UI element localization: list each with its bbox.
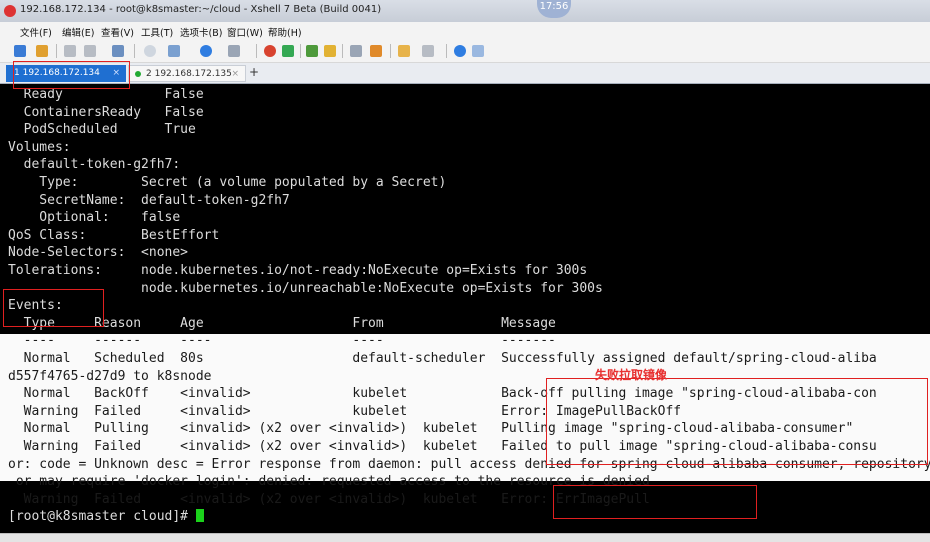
properties-icon[interactable] xyxy=(112,45,124,57)
search-icon[interactable] xyxy=(144,45,156,57)
new-session-icon[interactable] xyxy=(14,45,26,57)
terminal-area[interactable]: Ready False ContainersReady False PodSch… xyxy=(0,84,930,533)
menu-help[interactable]: 帮助(H) xyxy=(268,25,302,39)
compose-icon[interactable] xyxy=(168,45,180,57)
terminal-line: QoS Class: BestEffort xyxy=(8,227,220,243)
menu-tools[interactable]: 工具(T) xyxy=(141,25,173,39)
terminal-line: ContainersReady False xyxy=(8,104,204,120)
prompt-line: [root@k8smaster cloud]# xyxy=(8,508,204,526)
xftp-icon[interactable] xyxy=(264,45,276,57)
shell-prompt: [root@k8smaster cloud]# xyxy=(8,509,196,525)
lock-icon[interactable] xyxy=(324,45,336,57)
highlight-icon[interactable] xyxy=(370,45,382,57)
toolbar-separator xyxy=(342,44,343,58)
script-icon[interactable] xyxy=(398,45,410,57)
toolbar-separator xyxy=(390,44,391,58)
menu-bar: 文件(F) 编辑(E) 查看(V) 工具(T) 选项卡(B) 窗口(W) 帮助(… xyxy=(0,22,930,40)
layout-icon[interactable] xyxy=(422,45,434,57)
menu-window[interactable]: 窗口(W) xyxy=(227,25,263,39)
font-icon[interactable] xyxy=(228,45,240,57)
terminal-line: default-token-g2fh7: xyxy=(8,157,181,173)
title-bar: 192.168.172.134 - root@k8smaster:~/cloud… xyxy=(0,0,930,23)
tab-label: 2 192.168.172.135 xyxy=(146,69,232,79)
menu-edit[interactable]: 编辑(E) xyxy=(62,25,94,39)
fullscreen-icon[interactable] xyxy=(306,45,318,57)
annotation-box-messages xyxy=(546,378,928,465)
disconnect-icon[interactable] xyxy=(64,45,76,57)
terminal-line: Node-Selectors: <none> xyxy=(8,245,189,261)
window-title: 192.168.172.134 - root@k8smaster:~/cloud… xyxy=(20,4,382,15)
terminal-line: Volumes: xyxy=(8,139,71,155)
terminal-line: SecretName: default-token-g2fh7 xyxy=(8,192,290,208)
menu-tabs[interactable]: 选项卡(B) xyxy=(180,25,222,39)
toolbar xyxy=(0,40,930,63)
connected-status-icon xyxy=(135,70,141,77)
reconnect-icon[interactable] xyxy=(84,45,96,57)
terminal-line: Optional: false xyxy=(8,210,181,226)
session-tab-bar: 1 192.168.172.134 × 2 192.168.172.135 × … xyxy=(0,63,930,84)
help-icon[interactable] xyxy=(454,45,466,57)
terminal-line: ---- ------ ---- ---- ------- xyxy=(8,333,556,349)
add-tab-button[interactable]: + xyxy=(247,66,261,80)
toolbar-separator xyxy=(134,44,135,58)
tab-session-2[interactable]: 2 192.168.172.135 × xyxy=(128,65,246,82)
terminal-line: d557f4765-d27d9 to k8snode xyxy=(8,368,212,384)
close-icon[interactable]: × xyxy=(231,66,239,83)
terminal-line: PodScheduled True xyxy=(8,122,196,138)
menu-view[interactable]: 查看(V) xyxy=(101,25,134,39)
annotation-label: 失败拉取镜像 xyxy=(595,368,668,382)
annotation-box-tab xyxy=(13,61,130,89)
toolbar-separator xyxy=(56,44,57,58)
open-folder-icon[interactable] xyxy=(36,45,48,57)
globe-icon[interactable] xyxy=(200,45,212,57)
toolbar-separator xyxy=(256,44,257,58)
annotation-box-events xyxy=(3,289,104,327)
terminal-cursor xyxy=(195,509,204,523)
menu-file[interactable]: 文件(F) xyxy=(20,25,52,39)
toolbar-separator xyxy=(300,44,301,58)
terminal-line: Tolerations: node.kubernetes.io/not-read… xyxy=(8,263,588,278)
xshell-app-icon xyxy=(4,5,16,17)
chat-icon[interactable] xyxy=(472,45,484,57)
toolbar-separator xyxy=(446,44,447,58)
terminal-line: Type: Secret (a volume populated by a Se… xyxy=(8,175,447,190)
terminal-line: Normal Scheduled 80s default-scheduler S… xyxy=(8,351,877,366)
tunnel-icon[interactable] xyxy=(282,45,294,57)
keyboard-icon[interactable] xyxy=(350,45,362,57)
annotation-box-errimagepull xyxy=(553,485,757,519)
